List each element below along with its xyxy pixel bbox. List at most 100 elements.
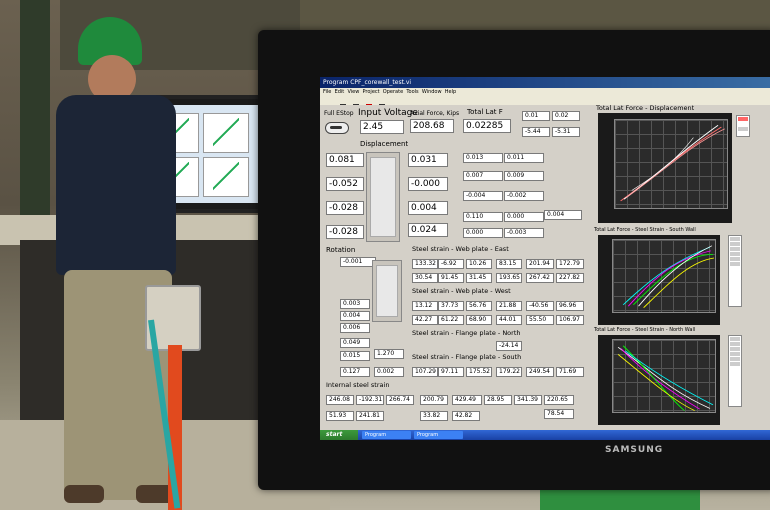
strain-cell[interactable]: 220.65: [544, 395, 574, 405]
strain-cell[interactable]: -40.56: [526, 301, 554, 311]
strain-cell[interactable]: 30.54: [412, 273, 438, 283]
strain-cell[interactable]: -24.14: [496, 341, 522, 351]
strain-cell[interactable]: 21.88: [496, 301, 522, 311]
oop-value[interactable]: 0.110: [463, 212, 503, 222]
menu-item-file[interactable]: File: [323, 89, 331, 95]
strain-cell[interactable]: 429.49: [452, 395, 482, 405]
strain-cell[interactable]: 97.11: [438, 367, 464, 377]
start-button[interactable]: start: [320, 430, 358, 440]
disp-right-value[interactable]: 0.024: [408, 223, 448, 237]
oop-value[interactable]: 0.007: [463, 171, 503, 181]
strain-cell[interactable]: 201.94: [526, 259, 554, 269]
strain-cell[interactable]: 42.82: [452, 411, 480, 421]
plot-legend[interactable]: [728, 235, 742, 307]
total-lat-field[interactable]: 0.02285: [463, 119, 511, 133]
plot-legend[interactable]: [736, 115, 750, 137]
menu-item-window[interactable]: Window: [422, 89, 442, 95]
strain-cell[interactable]: 13.12: [412, 301, 438, 311]
menu-item-operate[interactable]: Operate: [383, 89, 403, 95]
strain-cell[interactable]: 56.76: [466, 301, 492, 311]
axial-force-field[interactable]: 208.68: [410, 119, 454, 133]
strain-cell[interactable]: 200.79: [420, 395, 448, 405]
oop-value[interactable]: 0.011: [504, 153, 544, 163]
taskbar-item[interactable]: Program CPF_corew...: [414, 431, 463, 439]
strain-cell[interactable]: 341.39: [514, 395, 542, 405]
rotation-field[interactable]: 0.004: [340, 311, 370, 321]
strain-cell[interactable]: 193.65: [496, 273, 522, 283]
menu-item-view[interactable]: View: [347, 89, 359, 95]
menu-item-help[interactable]: Help: [445, 89, 456, 95]
rotation-slider[interactable]: [372, 260, 402, 322]
disp-right-value[interactable]: -0.000: [408, 177, 448, 191]
strain-cell[interactable]: 28.95: [484, 395, 512, 405]
rotation-field[interactable]: 0.049: [340, 338, 370, 348]
disp-right-value[interactable]: 0.004: [408, 201, 448, 215]
input-voltage-field[interactable]: 2.45: [360, 120, 404, 134]
disp-right-value[interactable]: 0.031: [408, 153, 448, 167]
south-strain-plot[interactable]: [598, 235, 720, 325]
disp-left-value[interactable]: -0.052: [326, 177, 364, 191]
strain-cell[interactable]: 266.74: [386, 395, 414, 405]
strain-cell[interactable]: 249.54: [526, 367, 554, 377]
strain-cell[interactable]: 55.50: [526, 315, 554, 325]
north-strain-plot[interactable]: [598, 335, 720, 425]
sp-field[interactable]: 0.01: [522, 111, 550, 121]
strain-cell[interactable]: -192.31: [356, 395, 384, 405]
menu-item-tools[interactable]: Tools: [406, 89, 418, 95]
oop-value[interactable]: -0.002: [504, 191, 544, 201]
menu-item-project[interactable]: Project: [363, 89, 380, 95]
sp-field[interactable]: -5.44: [522, 127, 550, 137]
rotation-value[interactable]: -0.001: [340, 257, 376, 267]
strain-cell[interactable]: 241.81: [356, 411, 384, 421]
oop-value[interactable]: -0.004: [463, 191, 503, 201]
oop-value[interactable]: -0.003: [504, 228, 544, 238]
sp-field[interactable]: 0.02: [552, 111, 580, 121]
displacement-plot[interactable]: [598, 113, 732, 223]
strain-cell[interactable]: 71.69: [556, 367, 584, 377]
strain-cell[interactable]: 133.32: [412, 259, 438, 269]
rotation-field[interactable]: 0.127: [340, 367, 370, 377]
plot-legend[interactable]: [728, 335, 742, 407]
strain-cell[interactable]: 83.15: [496, 259, 522, 269]
strain-cell[interactable]: 96.96: [556, 301, 584, 311]
disp-left-value[interactable]: 0.081: [326, 153, 364, 167]
strain-cell[interactable]: 172.79: [556, 259, 584, 269]
strain-cell[interactable]: 37.73: [438, 301, 464, 311]
strain-cell[interactable]: 10.26: [466, 259, 492, 269]
strain-cell[interactable]: 91.45: [438, 273, 464, 283]
strain-cell[interactable]: 31.45: [466, 273, 492, 283]
estop-toggle[interactable]: [325, 122, 349, 134]
displacement-slider[interactable]: [366, 152, 400, 242]
strain-cell[interactable]: 179.22: [496, 367, 522, 377]
strain-cell[interactable]: 227.82: [556, 273, 584, 283]
strain-cell[interactable]: 33.82: [420, 411, 448, 421]
rotation-field[interactable]: 0.002: [374, 367, 404, 377]
rotation-field[interactable]: 0.006: [340, 323, 370, 333]
disp-left-value[interactable]: -0.028: [326, 225, 364, 239]
strain-cell[interactable]: 51.93: [326, 411, 354, 421]
strain-cell[interactable]: 42.27: [412, 315, 438, 325]
oop-value[interactable]: 0.013: [463, 153, 503, 163]
sp-field[interactable]: -5.31: [552, 127, 580, 137]
strain-cell[interactable]: 175.52: [466, 367, 492, 377]
menu-item-edit[interactable]: Edit: [335, 89, 345, 95]
strain-cell[interactable]: 78.54: [544, 409, 574, 419]
strain-cell[interactable]: 246.08: [326, 395, 354, 405]
rotation-field[interactable]: 1.270: [374, 349, 404, 359]
strain-cell[interactable]: 44.01: [496, 315, 522, 325]
oop-value[interactable]: 0.000: [463, 228, 503, 238]
oop-value[interactable]: 0.004: [544, 210, 582, 220]
disp-left-value[interactable]: -0.028: [326, 201, 364, 215]
oop-value[interactable]: 0.009: [504, 171, 544, 181]
strain-cell[interactable]: 106.97: [556, 315, 584, 325]
oop-value[interactable]: 0.000: [504, 212, 544, 222]
rotation-field[interactable]: 0.003: [340, 299, 370, 309]
strain-cell[interactable]: 107.29: [412, 367, 438, 377]
rotation-field[interactable]: 0.015: [340, 351, 370, 361]
strain-cell[interactable]: 267.42: [526, 273, 554, 283]
window-titlebar[interactable]: Program CPF_corewall_test.vi: [320, 77, 770, 88]
taskbar-item[interactable]: Program CPF_corew...: [362, 431, 411, 439]
strain-cell[interactable]: 61.22: [438, 315, 464, 325]
strain-cell[interactable]: -6.92: [438, 259, 464, 269]
strain-cell[interactable]: 68.90: [466, 315, 492, 325]
